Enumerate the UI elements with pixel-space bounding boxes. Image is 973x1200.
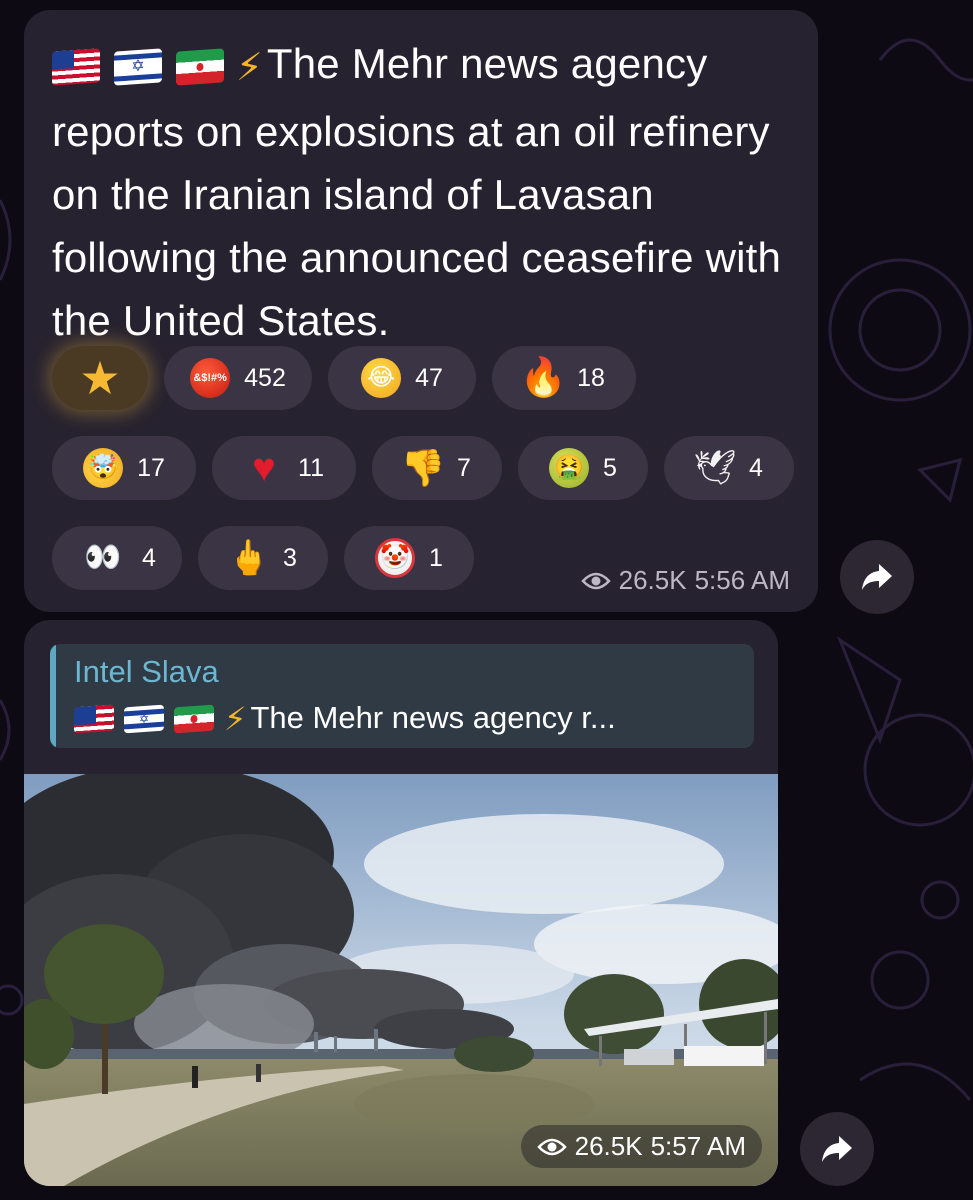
- lightning-icon: ⚡: [224, 701, 247, 737]
- reply-snippet-row: ✡ ⚡ The Mehr news agency r...: [74, 700, 616, 738]
- swearing-face-icon: &$!#%: [190, 358, 231, 398]
- vomit-face-icon: 🤮: [549, 448, 590, 488]
- reaction-mind-blown[interactable]: 🤯 17: [52, 436, 196, 500]
- views-eye-icon: [580, 572, 611, 589]
- message-bubble[interactable]: Intel Slava ✡ ⚡ The Mehr news agency r...: [24, 620, 778, 1186]
- reaction-count: 47: [415, 363, 443, 392]
- reaction-thumbs-down[interactable]: 👎 7: [372, 436, 502, 500]
- reaction-star[interactable]: ★: [52, 346, 148, 410]
- view-count: 26.5K: [574, 1131, 643, 1161]
- israel-flag-icon: ✡: [114, 48, 162, 86]
- reaction-vomit[interactable]: 🤮 5: [518, 436, 648, 500]
- reply-snippet: The Mehr news agency r...: [250, 700, 616, 735]
- iran-flag-icon: [174, 704, 214, 734]
- reaction-count: 1: [429, 543, 443, 572]
- fire-icon: 🔥: [519, 357, 567, 399]
- mind-blown-icon: 🤯: [83, 448, 124, 488]
- message-body: The Mehr news agency reports on explosio…: [52, 40, 782, 344]
- reaction-count: 7: [457, 453, 471, 482]
- reaction-count: 3: [283, 543, 297, 572]
- us-flag-icon: [74, 704, 114, 734]
- message-time: 5:56 AM: [694, 565, 790, 595]
- reaction-clown[interactable]: 🤡 1: [344, 526, 474, 590]
- forward-button[interactable]: [800, 1112, 874, 1186]
- iran-flag-icon: [176, 48, 224, 86]
- view-count: 26.5K: [618, 565, 687, 595]
- photo-meta: 26.5K 5:57 AM: [520, 1125, 762, 1168]
- forward-button[interactable]: [840, 540, 914, 614]
- views-eye-icon: [536, 1138, 567, 1155]
- reply-accent-bar: [50, 644, 56, 748]
- reaction-count: 11: [298, 453, 324, 482]
- message-bubble[interactable]: ✡ ⚡The Mehr news agency reports on explo…: [24, 10, 818, 612]
- reaction-count: 4: [142, 543, 156, 572]
- lightning-icon: ⚡: [236, 47, 263, 89]
- forward-arrow-icon: [862, 564, 892, 590]
- reaction-count: 4: [749, 453, 763, 482]
- reply-preview[interactable]: Intel Slava ✡ ⚡ The Mehr news agency r...: [50, 644, 754, 748]
- reaction-swearing[interactable]: &$!#% 452: [164, 346, 312, 410]
- rofl-face-icon: 😂: [361, 358, 402, 398]
- star-icon: ★: [79, 352, 121, 404]
- reaction-count: 5: [603, 453, 617, 482]
- us-flag-icon: [52, 48, 100, 86]
- reply-author: Intel Slava: [74, 654, 219, 689]
- message-meta: 26.5K 5:56 AM: [580, 565, 790, 596]
- dove-icon: 🕊: [693, 449, 737, 487]
- reaction-eyes[interactable]: 👀 4: [52, 526, 182, 590]
- message-text: ✡ ⚡The Mehr news agency reports on explo…: [52, 32, 802, 352]
- reaction-count: 452: [244, 363, 286, 392]
- thumbs-down-icon: 👎: [400, 447, 446, 488]
- reaction-dove[interactable]: 🕊 4: [664, 436, 794, 500]
- reaction-middle-finger[interactable]: 🖕 3: [198, 526, 328, 590]
- reaction-count: 17: [137, 453, 165, 482]
- heart-icon: ♥: [252, 446, 276, 490]
- forward-arrow-icon: [822, 1136, 852, 1162]
- reaction-rofl[interactable]: 😂 47: [328, 346, 476, 410]
- clown-icon: 🤡: [375, 538, 416, 578]
- reaction-count: 18: [577, 363, 605, 392]
- middle-finger-icon: 🖕: [227, 539, 271, 577]
- reaction-fire[interactable]: 🔥 18: [492, 346, 636, 410]
- message-time: 5:57 AM: [650, 1131, 746, 1161]
- israel-flag-icon: ✡: [124, 704, 164, 734]
- reaction-heart[interactable]: ♥ 11: [212, 436, 356, 500]
- eyes-icon: 👀: [84, 541, 122, 574]
